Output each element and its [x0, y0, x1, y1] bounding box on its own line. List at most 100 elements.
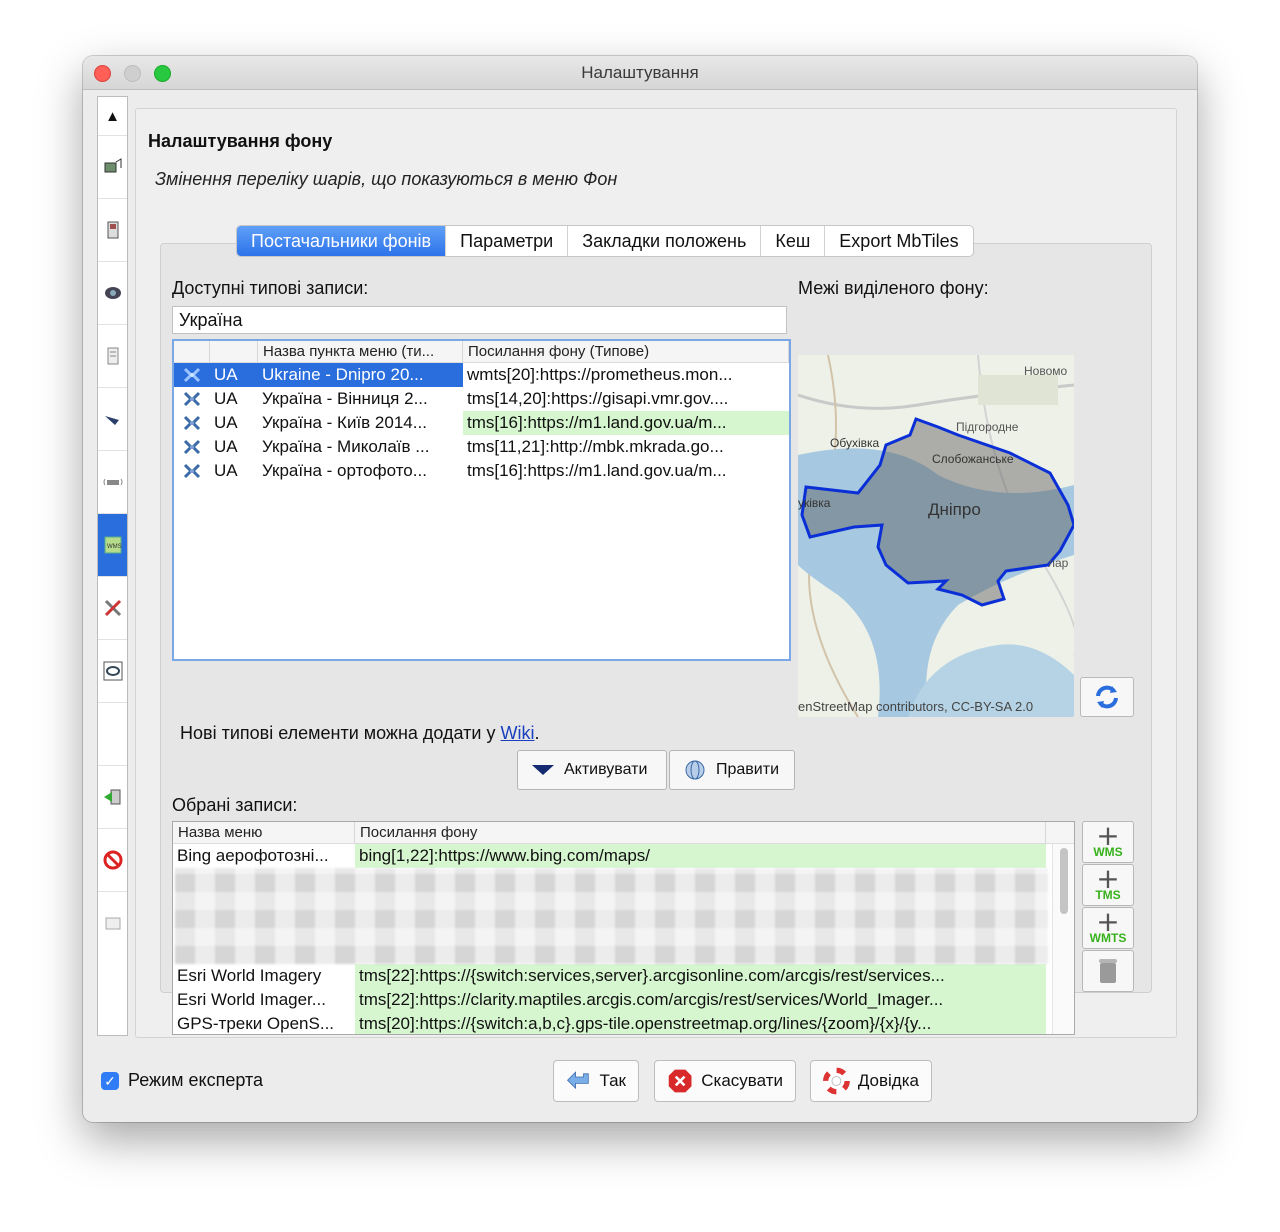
tab-offset-bookmarks[interactable]: Закладки положень [568, 226, 762, 256]
map-label-pidhorodne: Підгородне [956, 420, 1019, 434]
table-row[interactable]: UA Україна - ортофото... tms[16]:https:/… [174, 459, 789, 483]
tools-icon [104, 599, 121, 617]
column-header-menu-name[interactable]: Назва пункта меню (ти... [258, 341, 463, 362]
sidebar-item-validator[interactable] [98, 828, 127, 891]
chosen-scrollbar[interactable] [1052, 844, 1074, 1034]
phone-icon [107, 221, 118, 239]
section-title: Налаштування фону [148, 131, 333, 151]
add-tms-button[interactable]: + TMS [1082, 864, 1134, 906]
row-url: tms[20]:https://{switch:a,b,c}.gps-tile.… [355, 1012, 1046, 1034]
available-entries-table[interactable]: Назва пункта меню (ти... Посилання фону … [172, 339, 791, 661]
row-country: UA [214, 461, 238, 480]
shortcut-icon [103, 789, 120, 805]
section-subtitle: Змінення переліку шарів, що показуються … [155, 169, 618, 189]
satellite-icon [174, 363, 210, 387]
sidebar-item-connection[interactable] [98, 261, 127, 324]
row-url: tms[14,20]:https://gisapi.vmr.gov.... [467, 389, 729, 408]
row-name: Україна - Київ 2014... [262, 413, 427, 432]
arrow-down-icon [532, 765, 554, 775]
table-row[interactable]: GPS-треки OpenS... tms[20]:https://{swit… [173, 1012, 1074, 1034]
bounds-map[interactable]: Новомо Підгородне Обухівка Слобожанське … [798, 355, 1074, 717]
window-title: Налаштування [581, 63, 699, 82]
sidebar-item-advanced[interactable] [98, 891, 127, 954]
ok-button-label: Так [599, 1071, 626, 1090]
tab-imagery-providers[interactable]: Постачальники фонів [237, 226, 447, 256]
preferences-window: Налаштування ▲ WMS Налаштування фону Змі… [83, 56, 1197, 1122]
edit-button[interactable]: Правити [669, 750, 795, 790]
row-url: tms[16]:https://m1.land.gov.ua/m... [463, 411, 789, 435]
sidebar-item-display[interactable] [98, 135, 127, 198]
plus-icon: + [1096, 819, 1120, 852]
sidebar-item-plugin[interactable] [98, 324, 127, 387]
map-label-novomo: Новомо [1024, 364, 1068, 378]
map-label-obukhivka: Обухівка [830, 436, 879, 450]
available-entries-label: Доступні типові записи: [172, 278, 369, 298]
sidebar-item-map-style[interactable] [98, 639, 127, 702]
expert-mode-checkbox[interactable]: ✓ [101, 1071, 119, 1090]
table-row[interactable]: Bing аерофотозні... bing[1,22]:https://w… [173, 844, 1074, 868]
table-header: Назва пункта меню (ти... Посилання фону … [174, 341, 789, 363]
map-label-ukivka: уківка [798, 496, 831, 510]
sidebar-item-empty[interactable] [98, 702, 127, 765]
scroll-thumb[interactable] [1060, 848, 1068, 914]
table-row[interactable]: UA Україна - Київ 2014... tms[16]:https:… [174, 411, 789, 435]
edit-globe-icon [685, 760, 705, 780]
connection-icon [104, 287, 121, 299]
add-wms-button[interactable]: + WMS [1082, 821, 1134, 863]
sidebar-item-imagery[interactable]: WMS [98, 513, 127, 576]
scroll-up-arrow-icon[interactable]: ▲ [98, 97, 127, 135]
map-label-slobozhanske: Слобожанське [932, 452, 1014, 466]
column-header-country[interactable] [210, 341, 258, 362]
preferences-sidebar: ▲ WMS [97, 96, 128, 1036]
table-row[interactable]: UA Україна - Миколаїв ... tms[11,21]:htt… [174, 435, 789, 459]
imagery-preferences-panel: Налаштування фону Змінення переліку шарі… [135, 108, 1177, 1038]
wiki-link[interactable]: Wiki [500, 723, 534, 743]
row-name: Esri World Imager... [177, 990, 326, 1009]
country-filter-input[interactable]: Україна [172, 306, 787, 334]
activate-button[interactable]: Активувати [517, 750, 667, 790]
add-tms-label: TMS [1095, 888, 1121, 902]
map-label-lar: лар [1048, 556, 1069, 570]
delete-entry-button[interactable] [1082, 950, 1134, 992]
map-canvas: Новомо Підгородне Обухівка Слобожанське … [798, 355, 1074, 717]
sidebar-item-phone[interactable] [98, 198, 127, 261]
column-header-url[interactable]: Посилання фону (Типове) [463, 341, 789, 362]
sidebar-item-remote[interactable] [98, 450, 127, 513]
chosen-entries-label: Обрані записи: [172, 795, 298, 815]
table-row[interactable]: UA Ukraine - Dnipro 20... wmts[20]:https… [174, 363, 789, 387]
row-url: tms[22]:https://clarity.maptiles.arcgis.… [355, 988, 1046, 1012]
chosen-entries-table[interactable]: Назва меню Посилання фону Bing аерофотоз… [172, 821, 1075, 1035]
tab-settings[interactable]: Параметри [446, 226, 569, 256]
tab-export-mbtiles[interactable]: Export MbTiles [825, 226, 972, 256]
sidebar-item-tools[interactable] [98, 576, 127, 639]
cancel-button-label: Скасувати [701, 1071, 783, 1090]
map-label-dnipro: Дніпро [928, 500, 981, 519]
add-wmts-button[interactable]: + WMTS [1082, 907, 1134, 949]
sidebar-item-shortcut[interactable] [98, 765, 127, 828]
refresh-bounds-button[interactable] [1080, 677, 1134, 717]
row-name: Україна - ортофото... [262, 461, 427, 480]
help-button[interactable]: Довідка [810, 1060, 932, 1102]
wiki-hint-text: Нові типові елементи можна додати у [180, 723, 501, 743]
add-wmts-label: WMTS [1089, 931, 1127, 945]
table-row[interactable]: Esri World Imager... tms[22]:https://cla… [173, 988, 1074, 1012]
column-header-url[interactable]: Посилання фону [355, 822, 1046, 843]
row-country: UA [214, 437, 238, 456]
tab-cache[interactable]: Кеш [761, 226, 826, 256]
satellite-icon [174, 387, 210, 411]
column-header-menu-name[interactable]: Назва меню [173, 822, 355, 843]
column-header-icon[interactable] [174, 341, 210, 362]
table-header: Назва меню Посилання фону [173, 822, 1074, 844]
cancel-button[interactable]: Скасувати [654, 1060, 796, 1102]
plus-icon: + [1096, 862, 1120, 895]
ok-button[interactable]: Так [553, 1060, 639, 1102]
help-button-label: Довідка [857, 1071, 919, 1090]
title-bar: Налаштування [83, 56, 1197, 90]
wiki-hint-suffix: . [534, 723, 540, 743]
row-country: UA [214, 389, 238, 408]
sidebar-item-pen[interactable] [98, 387, 127, 450]
table-row[interactable]: UA Україна - Вінниця 2... tms[14,20]:htt… [174, 387, 789, 411]
expert-mode-toggle[interactable]: ✓ Режим експерта [101, 1070, 263, 1091]
table-row[interactable]: Esri World Imagery tms[22]:https://{swit… [173, 964, 1074, 988]
row-name: Bing аерофотозні... [177, 846, 329, 865]
